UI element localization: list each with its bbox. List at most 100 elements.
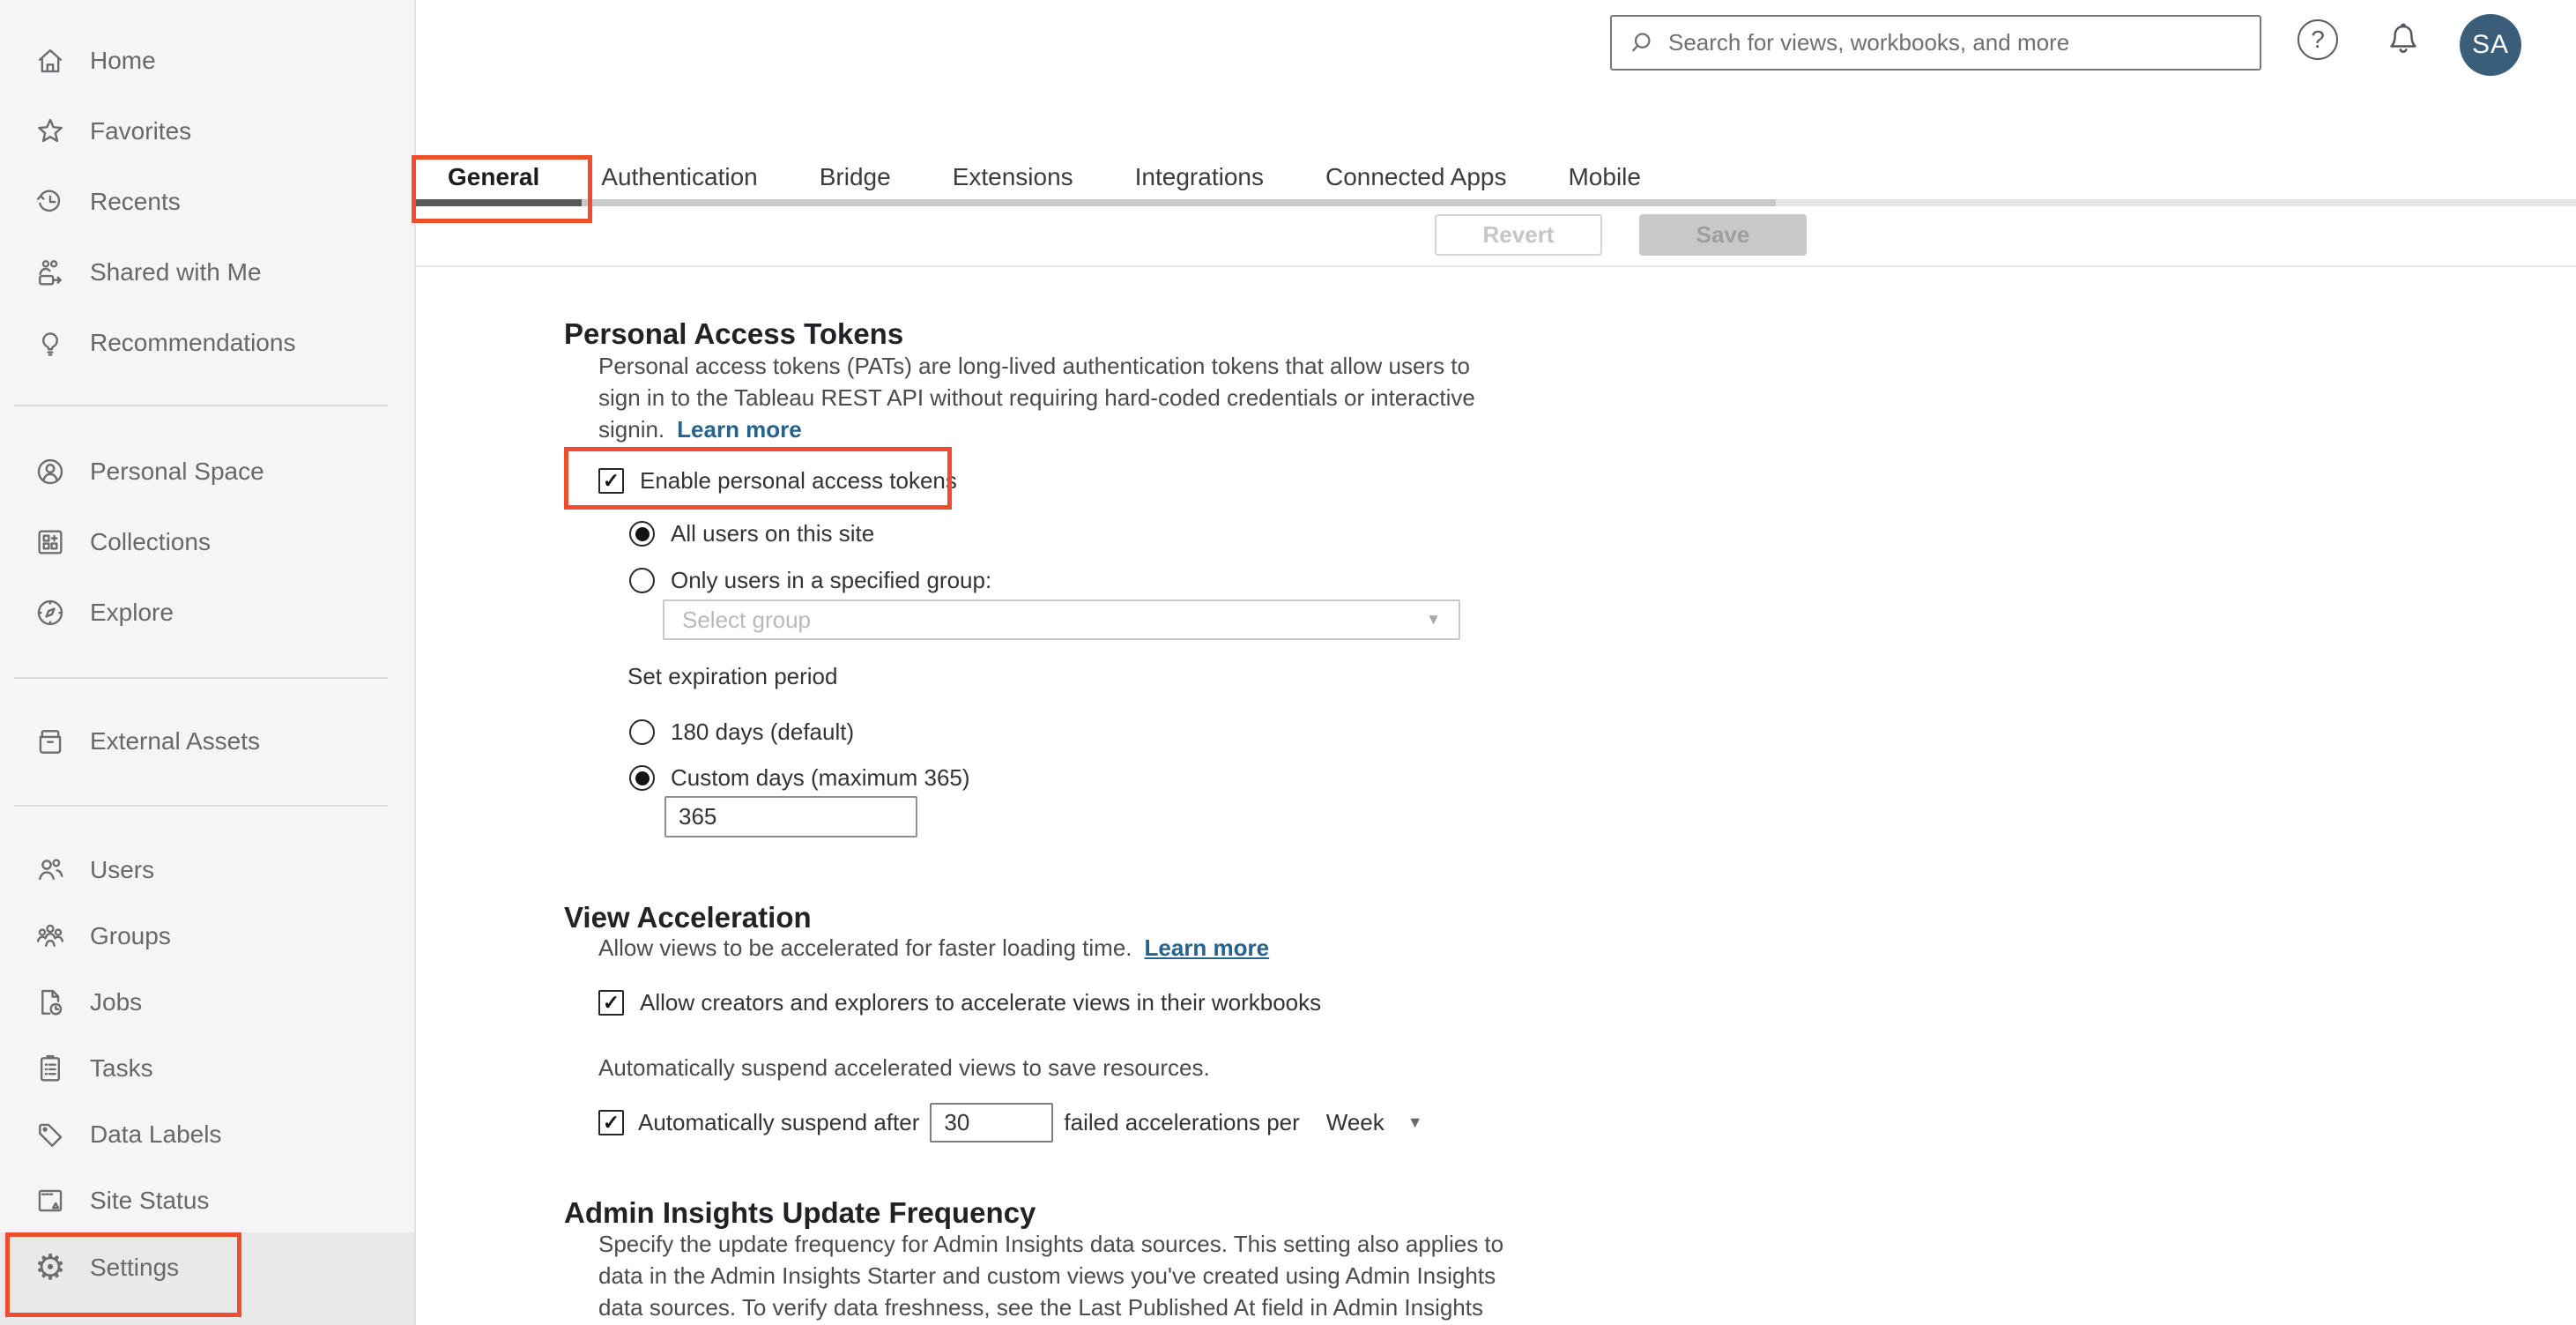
header-divider: [416, 265, 2576, 267]
tab-general[interactable]: General: [448, 161, 539, 193]
chevron-down-icon: ▼: [1407, 1113, 1423, 1131]
va-learn-more-link[interactable]: Learn more: [1145, 932, 1270, 964]
admin-insights-description: Specify the update frequency for Admin I…: [598, 1228, 1503, 1323]
custom-days-radio-row: Custom days (maximum 365): [629, 764, 970, 792]
sidebar-item-label: Explore: [90, 599, 174, 626]
tab-track-segment: [1776, 199, 2576, 206]
sidebar-item-data-labels[interactable]: Data Labels: [0, 1099, 414, 1170]
tab-integrations[interactable]: Integrations: [1135, 161, 1264, 193]
sidebar-item-home[interactable]: Home: [0, 26, 414, 96]
tab-mobile[interactable]: Mobile: [1568, 161, 1640, 193]
sidebar-item-groups[interactable]: Groups: [0, 901, 414, 971]
enable-pat-checkbox[interactable]: ✓: [598, 468, 624, 494]
sidebar-item-label: Home: [90, 47, 156, 74]
sidebar-item-label: Personal Space: [90, 458, 264, 485]
specified-group-radio[interactable]: [629, 568, 655, 593]
external-assets-icon: [39, 730, 62, 754]
specified-group-label: Only users in a specified group:: [671, 567, 992, 593]
save-button[interactable]: Save: [1639, 214, 1807, 256]
sidebar-item-tasks[interactable]: Tasks: [0, 1033, 414, 1104]
admin-insights-description-line: Specify the update frequency for Admin I…: [598, 1231, 1504, 1257]
compass-icon: [37, 599, 63, 626]
sidebar-item-personal-space[interactable]: Personal Space: [0, 436, 414, 507]
days-180-label: 180 days (default): [671, 718, 855, 745]
va-suspend-count-input[interactable]: [930, 1102, 1054, 1143]
sidebar-item-recommendations[interactable]: Recommendations: [0, 308, 414, 378]
expiration-period-label: Set expiration period: [627, 663, 838, 689]
help-icon: ?: [2298, 19, 2338, 60]
sidebar-divider: [14, 805, 388, 807]
va-description: Allow views to be accelerated for faster…: [598, 932, 1269, 964]
admin-insights-description-line: data sources. To verify data freshness, …: [598, 1294, 1483, 1321]
va-suspend-suffix-label: failed accelerations per: [1064, 1108, 1300, 1135]
bell-icon: [2390, 23, 2416, 53]
groups-icon: [36, 924, 64, 947]
checkmark-icon: ✓: [602, 991, 620, 1014]
tab-bridge[interactable]: Bridge: [820, 161, 891, 193]
search-icon: [1632, 32, 1651, 51]
sidebar-item-external-assets[interactable]: External Assets: [0, 706, 414, 777]
section-title-view-acceleration: View Acceleration: [564, 901, 812, 934]
sidebar-divider: [14, 677, 388, 679]
va-description-text: Allow views to be accelerated for faster…: [598, 934, 1132, 961]
search-box: [1610, 15, 2261, 71]
help-button[interactable]: ?: [2298, 19, 2338, 60]
sidebar-item-settings[interactable]: ⚙ Settings: [0, 1232, 414, 1325]
avatar[interactable]: SA: [2460, 14, 2521, 76]
enable-pat-row: ✓ Enable personal access tokens: [598, 467, 957, 495]
tab-extensions[interactable]: Extensions: [953, 161, 1073, 193]
active-tab-indicator: [416, 199, 582, 206]
sidebar: Home Favorites Recents Shared with Me Re…: [0, 0, 416, 1325]
site-status-icon: [38, 1189, 63, 1212]
va-allow-label: Allow creators and explorers to accelera…: [640, 989, 1322, 1016]
sidebar-item-shared-with-me[interactable]: Shared with Me: [0, 237, 414, 308]
admin-insights-description-line: data in the Admin Insights Starter and c…: [598, 1262, 1496, 1289]
section-title-admin-insights: Admin Insights Update Frequency: [564, 1196, 1036, 1230]
jobs-icon: [41, 989, 63, 1016]
pat-learn-more-link[interactable]: Learn more: [677, 413, 802, 445]
sidebar-item-label: Shared with Me: [90, 258, 262, 286]
all-users-radio[interactable]: [629, 521, 655, 547]
section-title-personal-access-tokens: Personal Access Tokens: [564, 317, 904, 351]
tasks-icon: [40, 1054, 61, 1082]
va-period-dropdown[interactable]: Week ▼: [1326, 1109, 1423, 1136]
main-content: ? SA General Authentication Bridge Exten…: [412, 0, 2576, 1325]
va-allow-checkbox[interactable]: ✓: [598, 990, 624, 1016]
custom-days-radio[interactable]: [629, 765, 655, 791]
sidebar-item-site-status[interactable]: Site Status: [0, 1165, 414, 1236]
settings-gear-icon: ⚙: [34, 1248, 66, 1287]
revert-button[interactable]: Revert: [1435, 214, 1602, 256]
lightbulb-icon: [42, 332, 58, 356]
tab-track-segment: [582, 199, 1776, 206]
va-suspend-row: ✓ Automatically suspend after failed acc…: [598, 1102, 1423, 1143]
tab-authentication[interactable]: Authentication: [601, 161, 757, 193]
sidebar-item-label: Site Status: [90, 1187, 210, 1214]
sidebar-item-users[interactable]: Users: [0, 835, 414, 905]
sidebar-item-jobs[interactable]: Jobs: [0, 967, 414, 1038]
days-180-radio-row: 180 days (default): [629, 718, 854, 746]
sidebar-item-recents[interactable]: Recents: [0, 167, 414, 237]
question-mark-glyph: ?: [2311, 26, 2325, 53]
custom-days-input[interactable]: [664, 796, 917, 837]
sidebar-divider: [14, 405, 388, 406]
search-input[interactable]: [1667, 28, 2246, 57]
recents-history-icon: [36, 190, 61, 212]
select-group-dropdown[interactable]: Select group ▼: [663, 599, 1460, 640]
sidebar-item-label: Tasks: [90, 1054, 153, 1082]
sidebar-item-explore[interactable]: Explore: [0, 577, 414, 648]
tab-connected-apps[interactable]: Connected Apps: [1325, 161, 1507, 193]
star-icon: [38, 118, 63, 143]
notifications-button[interactable]: [2383, 19, 2424, 60]
checkmark-icon: ✓: [602, 469, 620, 492]
va-suspend-prefix-label: Automatically suspend after: [638, 1108, 920, 1135]
sidebar-item-favorites[interactable]: Favorites: [0, 96, 414, 167]
sidebar-item-label: Users: [90, 856, 155, 883]
pat-description-line: sign in to the Tableau REST API without …: [598, 384, 1475, 411]
va-suspend-checkbox[interactable]: ✓: [598, 1109, 624, 1135]
checkmark-icon: ✓: [602, 1110, 620, 1134]
days-180-radio[interactable]: [629, 719, 655, 745]
all-users-radio-row: All users on this site: [629, 520, 874, 547]
sidebar-item-collections[interactable]: Collections: [0, 507, 414, 577]
chevron-down-icon: ▼: [1426, 611, 1441, 628]
avatar-initials: SA: [2471, 30, 2510, 59]
